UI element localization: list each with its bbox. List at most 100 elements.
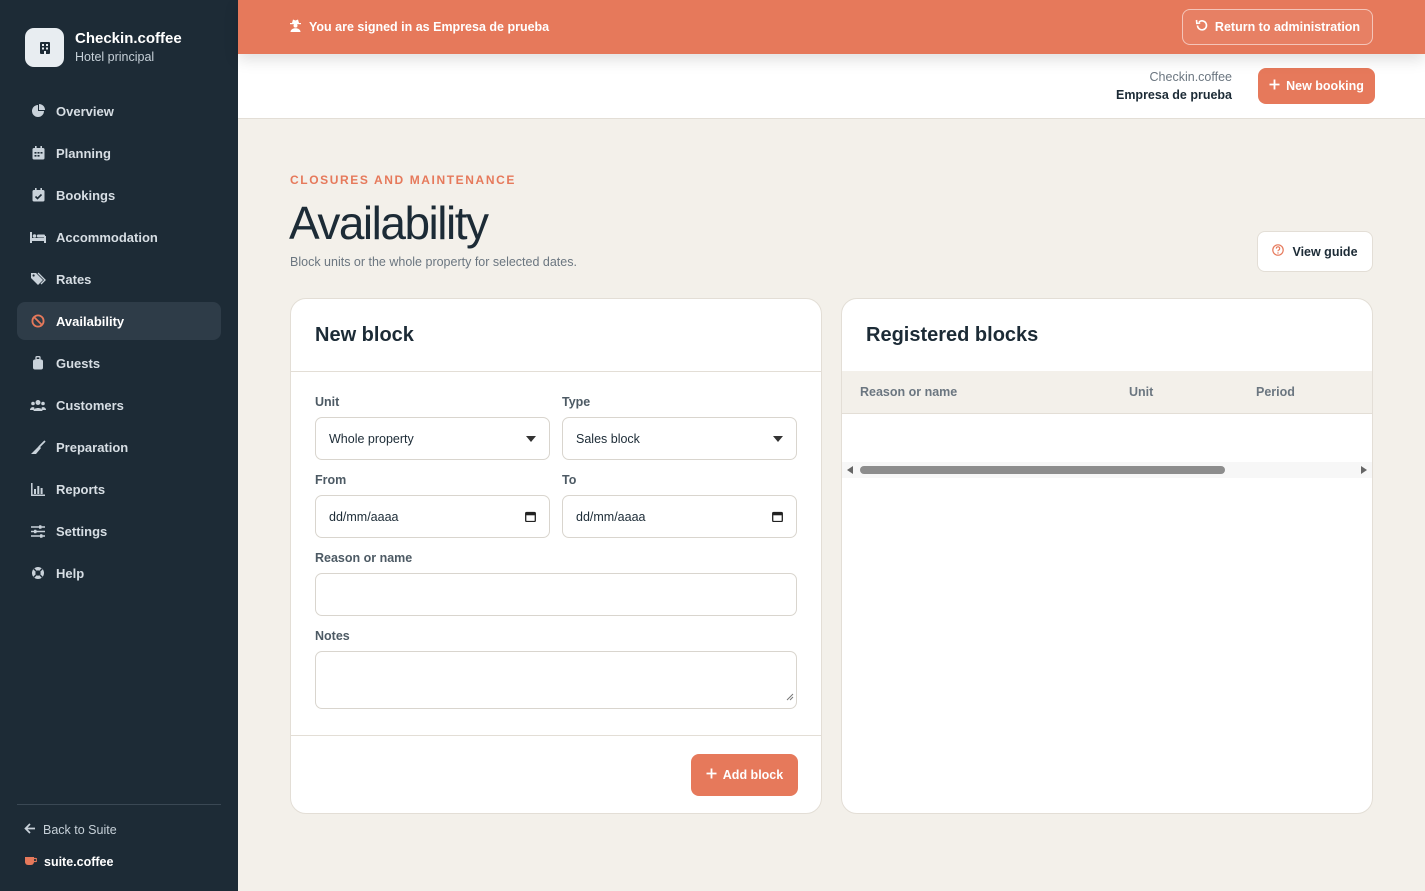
arrow-left-icon <box>24 823 36 837</box>
new-booking-label: New booking <box>1286 79 1364 93</box>
sidebar-item-label: Planning <box>56 145 111 161</box>
banner-message: You are signed in as Empresa de prueba <box>290 19 549 35</box>
sliders-icon <box>30 523 46 539</box>
column-header-reason[interactable]: Reason or name <box>860 385 957 399</box>
users-icon <box>30 397 46 413</box>
broom-icon <box>30 439 46 455</box>
column-header-period[interactable]: Period <box>1256 385 1295 399</box>
calendar-icon[interactable] <box>772 511 783 525</box>
card-divider <box>291 371 821 372</box>
sidebar-item-rates[interactable]: Rates <box>17 260 221 298</box>
brand-name: Checkin.coffee <box>75 30 182 47</box>
notes-textarea[interactable] <box>315 651 797 709</box>
sidebar-item-settings[interactable]: Settings <box>17 512 221 550</box>
sidebar-item-preparation[interactable]: Preparation <box>17 428 221 466</box>
sidebar-item-label: Reports <box>56 481 106 497</box>
pie-chart-icon <box>30 103 46 119</box>
sidebar-item-label: Overview <box>56 103 114 119</box>
user-secret-icon <box>290 19 301 35</box>
page-title: Availability <box>289 197 489 249</box>
back-to-suite-link[interactable]: Back to Suite <box>24 823 117 837</box>
hotel-building-icon <box>25 28 64 67</box>
coffee-cup-icon <box>24 854 38 869</box>
new-booking-button[interactable]: New booking <box>1258 68 1375 104</box>
sidebar-item-bookings[interactable]: Bookings <box>17 176 221 214</box>
view-guide-label: View guide <box>1292 244 1358 259</box>
chevron-down-icon <box>526 436 536 442</box>
ban-icon <box>30 313 46 329</box>
sidebar-item-guests[interactable]: Guests <box>17 344 221 382</box>
bed-icon <box>30 229 46 245</box>
sidebar-item-label: Help <box>56 565 85 581</box>
from-date-input[interactable]: dd/mm/aaaa <box>315 495 550 538</box>
unit-label: Unit <box>315 395 340 409</box>
sidebar-item-overview[interactable]: Overview <box>17 92 221 130</box>
notes-label: Notes <box>315 629 350 643</box>
registered-blocks-title: Registered blocks <box>866 324 1039 346</box>
type-select-value: Sales block <box>576 431 640 446</box>
page-subtitle: Block units or the whole property for se… <box>290 255 577 269</box>
type-label: Type <box>562 395 591 409</box>
tags-icon <box>30 271 46 287</box>
from-label: From <box>315 473 347 487</box>
sidebar-item-planning[interactable]: Planning <box>17 134 221 172</box>
top-header: Checkin.coffee Empresa de prueba New boo… <box>238 54 1425 119</box>
sidebar: Checkin.coffee Hotel principal Overview … <box>0 0 238 891</box>
sidebar-item-accommodation[interactable]: Accommodation <box>17 218 221 256</box>
calendar-check-icon <box>30 187 46 203</box>
sidebar-item-label: Bookings <box>56 187 116 203</box>
account-app-name: Checkin.coffee <box>1149 70 1232 84</box>
banner-message-text: You are signed in as Empresa de prueba <box>309 20 550 34</box>
brand-subtitle: Hotel principal <box>75 50 155 64</box>
type-select[interactable]: Sales block <box>562 417 797 460</box>
undo-icon <box>1195 19 1208 35</box>
return-to-administration-label: Return to administration <box>1214 20 1361 34</box>
card-divider <box>291 735 821 736</box>
sidebar-divider <box>17 804 221 805</box>
sidebar-item-label: Accommodation <box>56 229 158 245</box>
plus-icon <box>706 768 717 782</box>
add-block-button[interactable]: Add block <box>691 754 798 796</box>
impersonation-banner: You are signed in as Empresa de prueba R… <box>238 0 1425 54</box>
scrollbar-thumb[interactable] <box>860 466 1225 474</box>
to-label: To <box>562 473 577 487</box>
reason-input[interactable] <box>315 573 797 616</box>
column-header-unit[interactable]: Unit <box>1129 385 1153 399</box>
calendar-icon[interactable] <box>525 511 536 525</box>
question-circle-icon <box>1272 244 1285 259</box>
sidebar-item-label: Customers <box>56 397 124 413</box>
scroll-right-arrow-icon[interactable] <box>1361 466 1367 474</box>
account-info[interactable]: Checkin.coffee Empresa de prueba <box>1116 69 1232 104</box>
resize-handle-icon[interactable] <box>786 688 794 706</box>
suite-brand-label: suite.coffee <box>44 854 114 869</box>
scroll-left-arrow-icon[interactable] <box>847 466 853 474</box>
sidebar-item-label: Preparation <box>56 439 129 455</box>
table-horizontal-scrollbar[interactable] <box>842 462 1372 478</box>
brand[interactable]: Checkin.coffee Hotel principal <box>25 28 182 67</box>
plus-icon <box>1269 79 1280 93</box>
registered-blocks-card: Registered blocks Reason or name Unit Pe… <box>841 298 1373 814</box>
sidebar-item-help[interactable]: Help <box>17 554 221 592</box>
account-company-name: Empresa de prueba <box>1115 88 1232 102</box>
to-date-input[interactable]: dd/mm/aaaa <box>562 495 797 538</box>
add-block-label: Add block <box>722 768 784 782</box>
blocks-table-header: Reason or name Unit Period <box>842 371 1372 414</box>
bar-chart-icon <box>30 481 46 497</box>
sidebar-item-label: Rates <box>56 271 92 287</box>
suite-brand: suite.coffee <box>24 854 113 869</box>
from-date-placeholder: dd/mm/aaaa <box>329 509 399 524</box>
sidebar-item-label: Guests <box>56 355 101 371</box>
new-block-card: New block Unit Whole property Type Sales… <box>290 298 822 814</box>
sidebar-item-reports[interactable]: Reports <box>17 470 221 508</box>
page-eyebrow: CLOSURES AND MAINTENANCE <box>290 173 516 187</box>
sidebar-item-availability[interactable]: Availability <box>17 302 221 340</box>
calendar-grid-icon <box>30 145 46 161</box>
return-to-administration-button[interactable]: Return to administration <box>1182 9 1373 45</box>
sidebar-item-label: Settings <box>56 523 108 539</box>
sidebar-item-label: Availability <box>56 313 125 329</box>
reason-label: Reason or name <box>315 551 413 565</box>
sidebar-item-customers[interactable]: Customers <box>17 386 221 424</box>
to-date-placeholder: dd/mm/aaaa <box>576 509 646 524</box>
unit-select[interactable]: Whole property <box>315 417 550 460</box>
view-guide-button[interactable]: View guide <box>1257 231 1373 272</box>
